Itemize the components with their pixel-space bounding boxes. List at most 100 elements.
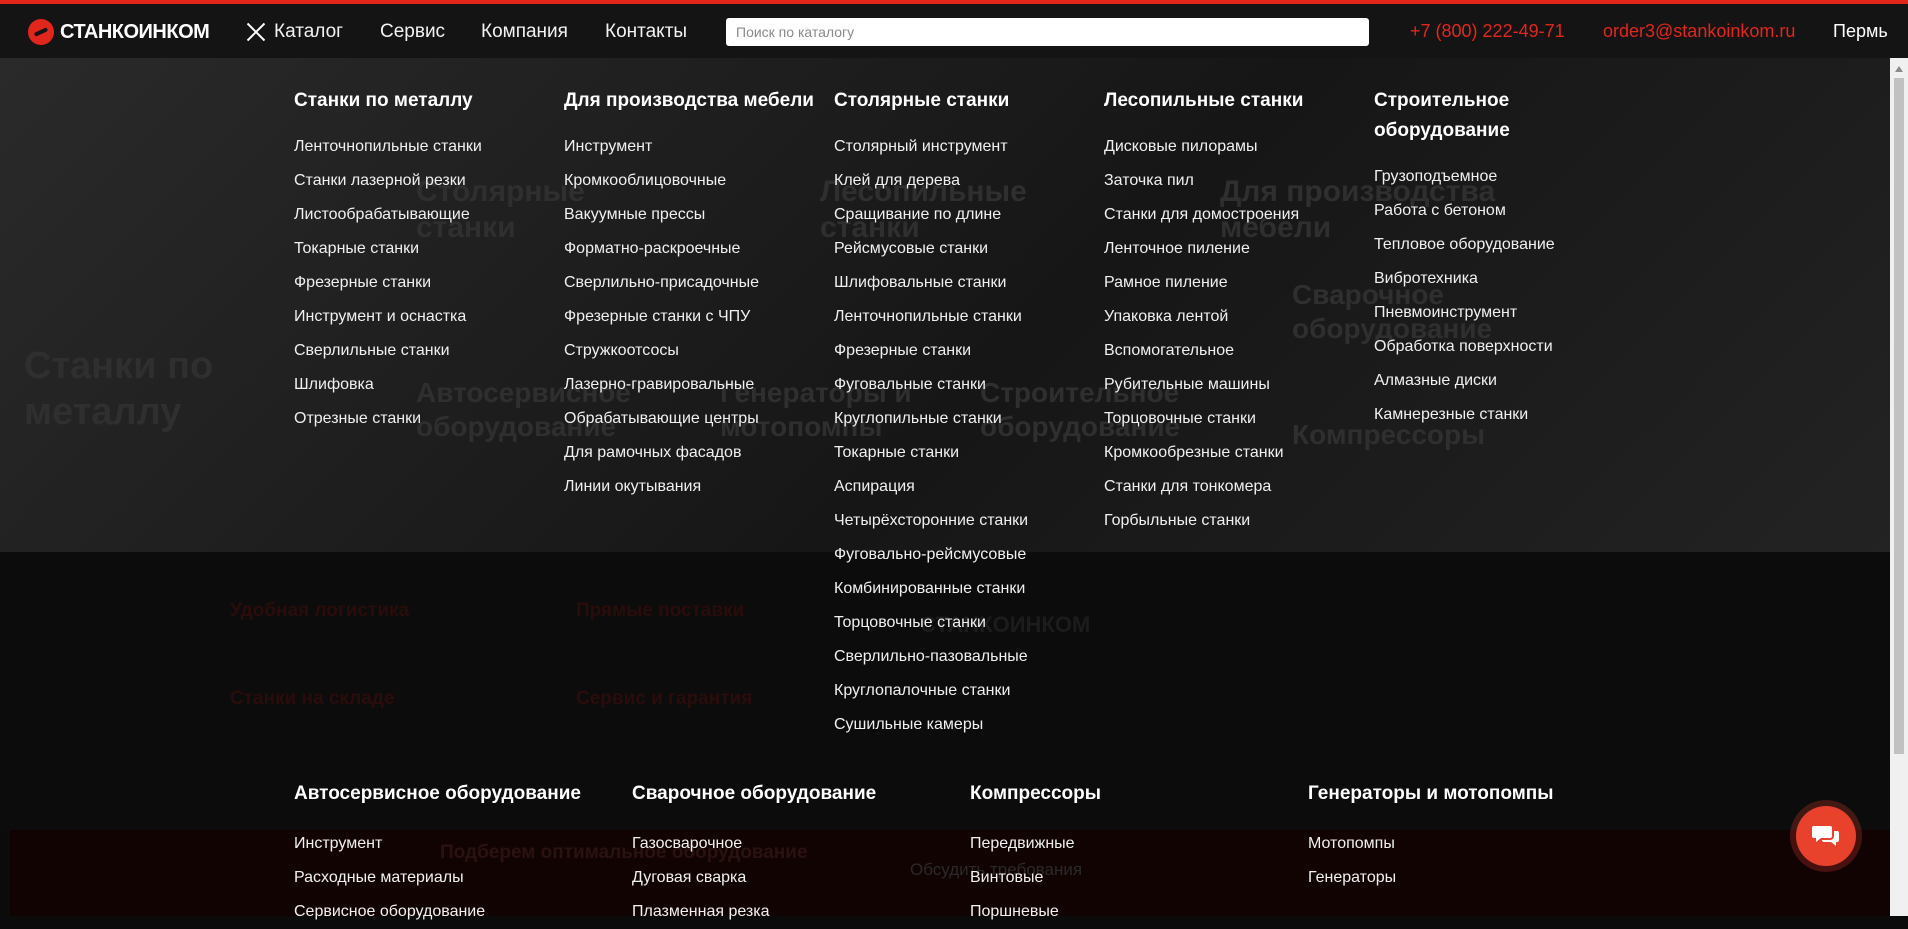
- menu-link[interactable]: Поршневые: [970, 895, 1300, 929]
- menu-link[interactable]: Алмазные диски: [1374, 364, 1624, 398]
- chat-icon: [1812, 826, 1839, 846]
- menu-link[interactable]: Токарные станки: [294, 232, 544, 266]
- menu-link[interactable]: Торцовочные станки: [1104, 402, 1354, 436]
- bg-feature-direct: Прямые поставки: [576, 600, 745, 621]
- menu-link[interactable]: Фрезерные станки: [294, 266, 544, 300]
- menu-link[interactable]: Пневмоинструмент: [1374, 296, 1624, 330]
- menu-link[interactable]: Вакуумные прессы: [564, 198, 814, 232]
- menu-link[interactable]: Тепловое оборудование: [1374, 228, 1624, 262]
- menu-link[interactable]: Отрезные станки: [294, 402, 544, 436]
- menu-category-title[interactable]: Строительное оборудование: [1374, 86, 1624, 146]
- menu-link[interactable]: Инструмент и оснастка: [294, 300, 544, 334]
- nav-contacts[interactable]: Контакты: [605, 21, 687, 43]
- scroll-up-arrow-icon[interactable]: [1895, 66, 1903, 72]
- menu-column: Автосервисное оборудование Инструмент Расх…: [294, 779, 624, 929]
- nav-catalog[interactable]: Каталог: [274, 21, 343, 43]
- scroll-thumb[interactable]: [1894, 78, 1904, 754]
- menu-link[interactable]: Рубительные машины: [1104, 368, 1354, 402]
- nav-service[interactable]: Сервис: [380, 21, 445, 43]
- menu-category-title[interactable]: Столярные станки: [834, 86, 1084, 116]
- menu-link[interactable]: Рамное пиление: [1104, 266, 1354, 300]
- menu-link[interactable]: Сверлильно-пазовальные: [834, 640, 1084, 674]
- menu-category-title[interactable]: Компрессоры: [970, 779, 1300, 809]
- logo[interactable]: СТАНКОИНКОМ: [28, 19, 210, 45]
- site-header: СТАНКОИНКОМ Каталог Сервис Компания Конт…: [0, 4, 1908, 58]
- menu-link[interactable]: Вибротехника: [1374, 262, 1624, 296]
- menu-link[interactable]: Обрабатывающие центры: [564, 402, 814, 436]
- menu-link[interactable]: Аспирация: [834, 470, 1084, 504]
- menu-column: Столярные станки Столярный инструмент Клей…: [834, 86, 1084, 742]
- menu-link[interactable]: Расходные материалы: [294, 861, 624, 895]
- menu-link[interactable]: Сушильные камеры: [834, 708, 1084, 742]
- menu-link[interactable]: Упаковка лентой: [1104, 300, 1354, 334]
- page-scrollbar[interactable]: [1890, 58, 1908, 916]
- menu-link[interactable]: Четырёхсторонние станки: [834, 504, 1084, 538]
- menu-link[interactable]: Стружкоотсосы: [564, 334, 814, 368]
- menu-link[interactable]: Ленточнопильные станки: [834, 300, 1084, 334]
- menu-link[interactable]: Работа с бетоном: [1374, 194, 1624, 228]
- menu-link[interactable]: Круглопалочные станки: [834, 674, 1084, 708]
- menu-link[interactable]: Шлифовальные станки: [834, 266, 1084, 300]
- menu-link[interactable]: Клей для дерева: [834, 164, 1084, 198]
- menu-link[interactable]: Инструмент: [564, 130, 814, 164]
- menu-category-title[interactable]: Автосервисное оборудование: [294, 779, 624, 809]
- menu-link[interactable]: Комбинированные станки: [834, 572, 1084, 606]
- menu-link[interactable]: Сверлильно-присадочные: [564, 266, 814, 300]
- menu-link[interactable]: Инструмент: [294, 827, 624, 861]
- menu-link[interactable]: Сращивание по длине: [834, 198, 1084, 232]
- bg-tile-metal: Станки по металлу: [24, 345, 214, 433]
- menu-link[interactable]: Рейсмусовые станки: [834, 232, 1084, 266]
- menu-link[interactable]: Передвижные: [970, 827, 1300, 861]
- menu-category-title[interactable]: Сварочное оборудование: [632, 779, 962, 809]
- menu-link[interactable]: Станки для домостроения: [1104, 198, 1354, 232]
- menu-link[interactable]: Дуговая сварка: [632, 861, 962, 895]
- menu-link[interactable]: Обработка поверхности: [1374, 330, 1624, 364]
- menu-link[interactable]: Листообрабатывающие: [294, 198, 544, 232]
- menu-link[interactable]: Шлифовка: [294, 368, 544, 402]
- menu-link[interactable]: Газосварочное: [632, 827, 962, 861]
- menu-link[interactable]: Дисковые пилорамы: [1104, 130, 1354, 164]
- menu-link[interactable]: Станки лазерной резки: [294, 164, 544, 198]
- menu-link[interactable]: Вспомогательное: [1104, 334, 1354, 368]
- menu-category-title[interactable]: Для производства мебели: [564, 86, 814, 116]
- menu-link[interactable]: Лазерно-гравировальные: [564, 368, 814, 402]
- menu-link[interactable]: Для рамочных фасадов: [564, 436, 814, 470]
- search-input[interactable]: [726, 18, 1369, 46]
- menu-link[interactable]: Мотопомпы: [1308, 827, 1638, 861]
- menu-category-title[interactable]: Станки по металлу: [294, 86, 544, 116]
- bg-feature-logistics: Удобная логистика: [230, 600, 410, 621]
- phone-link[interactable]: +7 (800) 222-49-71: [1410, 21, 1565, 42]
- chat-button[interactable]: [1796, 806, 1856, 866]
- nav-company[interactable]: Компания: [481, 21, 568, 43]
- close-icon[interactable]: [244, 20, 268, 44]
- menu-link[interactable]: Горбыльные станки: [1104, 504, 1354, 538]
- menu-link[interactable]: Плазменная резка: [632, 895, 962, 929]
- menu-link[interactable]: Фрезерные станки с ЧПУ: [564, 300, 814, 334]
- menu-link[interactable]: Круглопильные станки: [834, 402, 1084, 436]
- email-link[interactable]: order3@stankoinkom.ru: [1603, 21, 1795, 42]
- menu-link[interactable]: Кромкооблицовочные: [564, 164, 814, 198]
- menu-link[interactable]: Сервисное оборудование: [294, 895, 624, 929]
- menu-link[interactable]: Фрезерные станки: [834, 334, 1084, 368]
- menu-link[interactable]: Форматно-раскроечные: [564, 232, 814, 266]
- menu-category-title[interactable]: Лесопильные станки: [1104, 86, 1354, 116]
- menu-link[interactable]: Ленточнопильные станки: [294, 130, 544, 164]
- menu-column: Строительное оборудование Грузоподъемное Р…: [1374, 86, 1624, 432]
- menu-link[interactable]: Станки для тонкомера: [1104, 470, 1354, 504]
- menu-link[interactable]: Фуговально-рейсмусовые: [834, 538, 1084, 572]
- menu-link[interactable]: Камнерезные станки: [1374, 398, 1624, 432]
- menu-link[interactable]: Сверлильные станки: [294, 334, 544, 368]
- menu-category-title[interactable]: Генераторы и мотопомпы: [1308, 779, 1638, 809]
- menu-link[interactable]: Ленточное пиление: [1104, 232, 1354, 266]
- menu-link[interactable]: Линии окутывания: [564, 470, 814, 504]
- menu-link[interactable]: Генераторы: [1308, 861, 1638, 895]
- menu-link[interactable]: Торцовочные станки: [834, 606, 1084, 640]
- menu-link[interactable]: Столярный инструмент: [834, 130, 1084, 164]
- menu-link[interactable]: Кромкообрезные станки: [1104, 436, 1354, 470]
- menu-link[interactable]: Винтовые: [970, 861, 1300, 895]
- menu-link[interactable]: Заточка пил: [1104, 164, 1354, 198]
- menu-link[interactable]: Грузоподъемное: [1374, 160, 1624, 194]
- menu-link[interactable]: Токарные станки: [834, 436, 1084, 470]
- menu-link[interactable]: Фуговальные станки: [834, 368, 1084, 402]
- city-selector[interactable]: Пермь: [1833, 21, 1888, 42]
